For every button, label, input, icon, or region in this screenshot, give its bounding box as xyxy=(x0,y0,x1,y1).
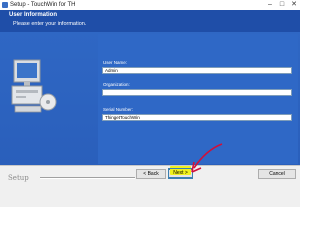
annotation-arrow-icon xyxy=(191,143,223,173)
organization-field[interactable] xyxy=(102,89,292,96)
back-button[interactable]: < Back xyxy=(136,169,166,179)
organization-label: Organization: xyxy=(103,82,130,87)
setup-brand: Setup xyxy=(8,174,29,182)
page-title: User Information xyxy=(9,12,58,18)
serial-number-field[interactable] xyxy=(102,114,292,121)
page-subtitle: Please enter your information. xyxy=(13,21,87,27)
wizard-header: User Information Please enter your infor… xyxy=(0,10,300,32)
next-button-overlay-label: Next > xyxy=(173,170,188,176)
wizard-footer: Setup < Back Next > Cancel xyxy=(0,165,300,207)
user-name-field[interactable] xyxy=(102,67,292,74)
setup-window: Setup - TouchWin for TH – □ ✕ User Infor… xyxy=(0,0,300,207)
computer-icon xyxy=(11,59,57,113)
minimize-icon[interactable]: – xyxy=(264,0,276,10)
setup-app-icon xyxy=(2,2,8,8)
window-title: Setup - TouchWin for TH xyxy=(10,2,76,8)
serial-number-label: Serial Number: xyxy=(103,107,134,112)
maximize-icon[interactable]: □ xyxy=(276,0,288,10)
user-name-label: User Name: xyxy=(103,60,128,65)
footer-divider xyxy=(40,177,135,179)
close-icon[interactable]: ✕ xyxy=(288,0,300,10)
cancel-button[interactable]: Cancel xyxy=(258,169,296,179)
